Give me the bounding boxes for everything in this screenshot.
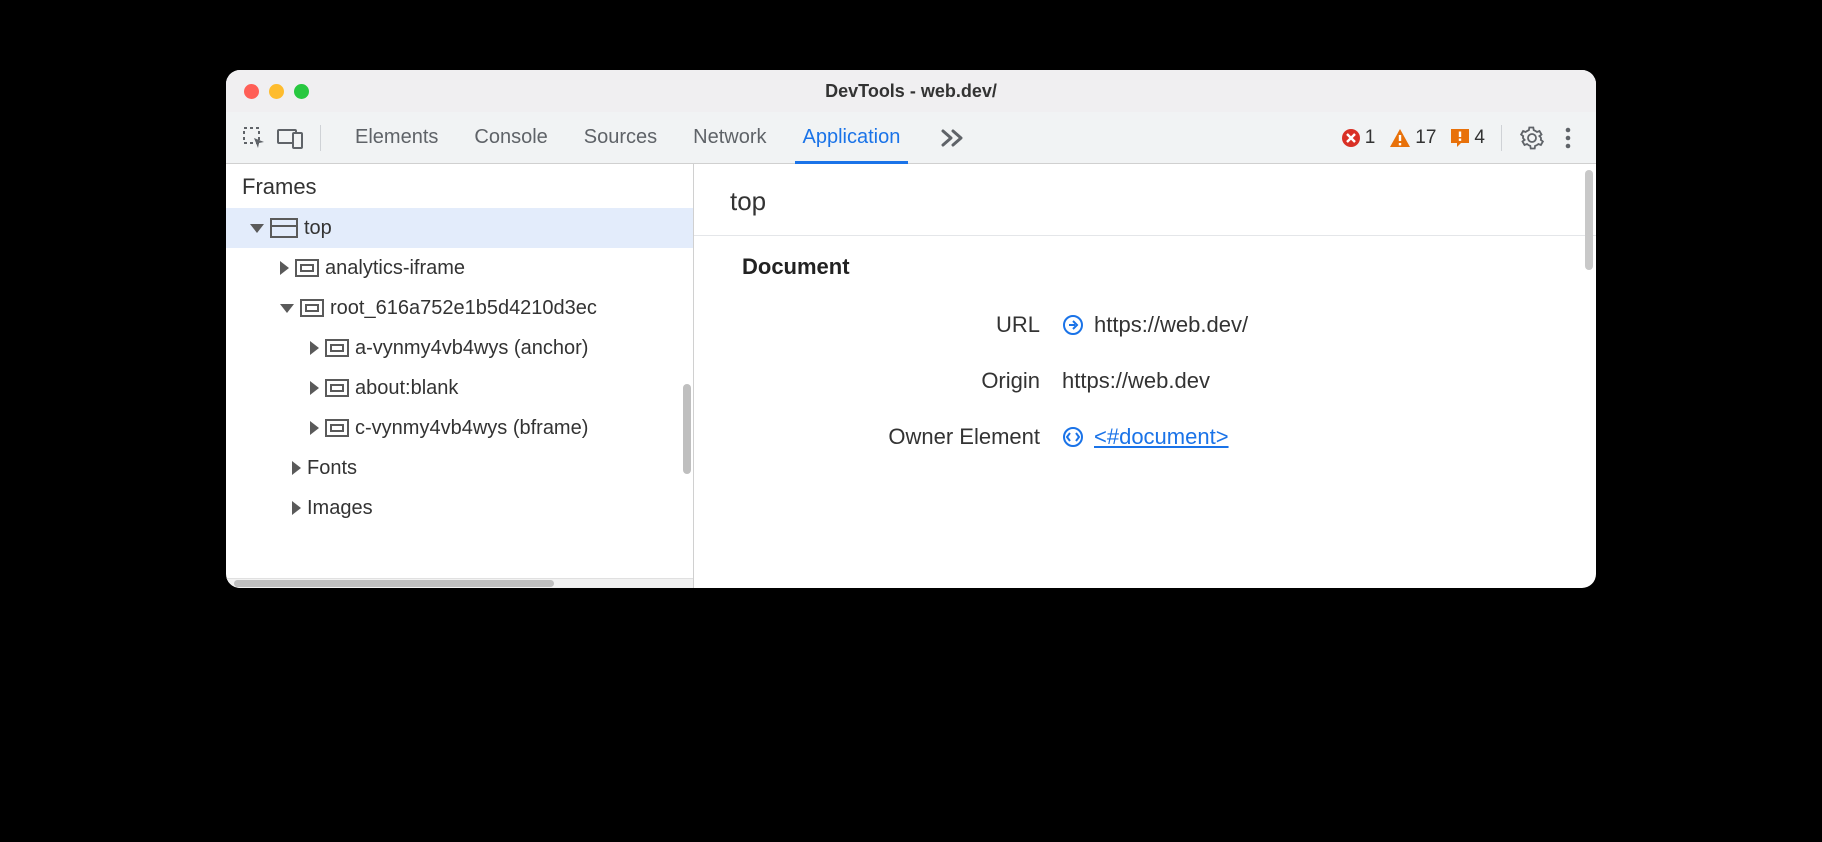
link-icon[interactable] [1062, 314, 1084, 336]
tabs: Elements Console Sources Network Applica… [355, 112, 900, 163]
sidebar: Frames top analytics-iframe root_616a752… [226, 164, 694, 588]
chevron-right-icon[interactable] [310, 381, 319, 395]
errors-count: 1 [1365, 127, 1376, 149]
issues-count: 4 [1474, 127, 1485, 149]
frame-icon [270, 218, 298, 238]
titlebar: DevTools - web.dev/ [226, 70, 1596, 112]
warnings-count: 17 [1415, 127, 1436, 149]
prop-value-url: https://web.dev/ [1062, 312, 1560, 338]
chevron-down-icon[interactable] [280, 304, 294, 313]
iframe-icon [295, 259, 319, 277]
prop-owner-link[interactable]: <#document> [1094, 424, 1229, 450]
tree-row-images[interactable]: Images [226, 488, 693, 528]
errors-counter[interactable]: 1 [1341, 127, 1376, 149]
issue-icon [1450, 128, 1470, 148]
detail-pane: top Document URL https://web.dev/ Origin… [694, 164, 1596, 588]
tree-row-bframe[interactable]: c-vynmy4vb4wys (bframe) [226, 408, 693, 448]
tab-sources[interactable]: Sources [584, 112, 657, 163]
kebab-menu-icon[interactable] [1554, 124, 1582, 152]
properties: URL https://web.dev/ Origin https://web.… [694, 290, 1596, 472]
tree-label: analytics-iframe [325, 257, 465, 280]
iframe-icon [325, 339, 349, 357]
tree-row-anchor[interactable]: a-vynmy4vb4wys (anchor) [226, 328, 693, 368]
tree-row-analytics[interactable]: analytics-iframe [226, 248, 693, 288]
iframe-icon [325, 379, 349, 397]
chevron-down-icon[interactable] [250, 224, 264, 233]
prop-label-url: URL [742, 312, 1062, 338]
tab-console[interactable]: Console [474, 112, 547, 163]
traffic-lights [244, 84, 309, 99]
issues-counter[interactable]: 4 [1450, 127, 1485, 149]
detail-title: top [694, 164, 1596, 236]
tree-label: a-vynmy4vb4wys (anchor) [355, 337, 588, 360]
tree-label: c-vynmy4vb4wys (bframe) [355, 417, 588, 440]
toolbar: Elements Console Sources Network Applica… [226, 112, 1596, 164]
detail-section-header: Document [694, 236, 1596, 290]
sidebar-header: Frames [226, 164, 693, 208]
tree-label: root_616a752e1b5d4210d3ec [330, 297, 597, 320]
error-icon [1341, 128, 1361, 148]
tree-label: Images [307, 497, 373, 520]
tree-label: Fonts [307, 457, 357, 480]
counters: 1 17 4 [1341, 127, 1485, 149]
prop-label-origin: Origin [742, 368, 1062, 394]
frames-tree: top analytics-iframe root_616a752e1b5d42… [226, 208, 693, 578]
prop-value-origin: https://web.dev [1062, 368, 1560, 394]
chevron-right-icon[interactable] [292, 461, 301, 475]
element-icon[interactable] [1062, 426, 1084, 448]
tree-row-fonts[interactable]: Fonts [226, 448, 693, 488]
tree-row-top[interactable]: top [226, 208, 693, 248]
scrollbar-vertical[interactable] [1585, 170, 1593, 270]
tab-network[interactable]: Network [693, 112, 766, 163]
chevron-right-icon[interactable] [292, 501, 301, 515]
iframe-icon [325, 419, 349, 437]
more-tabs-icon[interactable] [940, 128, 966, 148]
prop-origin-text: https://web.dev [1062, 368, 1210, 394]
devtools-window: DevTools - web.dev/ Elements Console Sou… [226, 70, 1596, 588]
prop-url-text[interactable]: https://web.dev/ [1094, 312, 1248, 338]
minimize-window-button[interactable] [269, 84, 284, 99]
tree-label: top [304, 217, 332, 240]
scrollbar-horizontal-track [226, 578, 693, 588]
tree-label: about:blank [355, 377, 458, 400]
tree-row-blank[interactable]: about:blank [226, 368, 693, 408]
tree-row-root[interactable]: root_616a752e1b5d4210d3ec [226, 288, 693, 328]
warning-icon [1389, 128, 1411, 148]
prop-value-owner: <#document> [1062, 424, 1560, 450]
chevron-right-icon[interactable] [310, 341, 319, 355]
chevron-right-icon[interactable] [280, 261, 289, 275]
tab-application[interactable]: Application [803, 112, 901, 163]
scrollbar-horizontal[interactable] [234, 580, 554, 587]
window-title: DevTools - web.dev/ [226, 81, 1596, 102]
chevron-right-icon[interactable] [310, 421, 319, 435]
iframe-icon [300, 299, 324, 317]
body: Frames top analytics-iframe root_616a752… [226, 164, 1596, 588]
separator [320, 125, 321, 151]
scrollbar-vertical[interactable] [683, 384, 691, 474]
settings-icon[interactable] [1518, 124, 1546, 152]
close-window-button[interactable] [244, 84, 259, 99]
separator [1501, 125, 1502, 151]
tab-elements[interactable]: Elements [355, 112, 438, 163]
inspect-element-icon[interactable] [240, 124, 268, 152]
zoom-window-button[interactable] [294, 84, 309, 99]
warnings-counter[interactable]: 17 [1389, 127, 1436, 149]
prop-label-owner: Owner Element [742, 424, 1062, 450]
device-toolbar-icon[interactable] [276, 124, 304, 152]
